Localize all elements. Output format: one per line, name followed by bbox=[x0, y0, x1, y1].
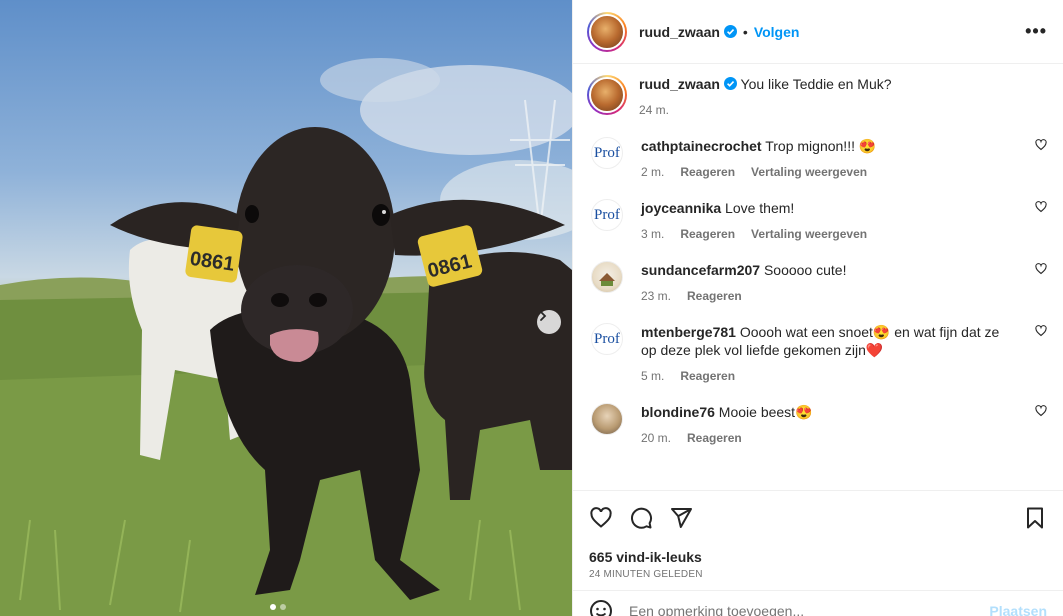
post-header: ruud_zwaan • Volgen ••• bbox=[573, 0, 1063, 64]
more-options-icon[interactable]: ••• bbox=[1025, 21, 1047, 42]
add-comment-bar: Plaatsen bbox=[573, 590, 1063, 616]
carousel-next-button[interactable] bbox=[537, 310, 561, 334]
author-username[interactable]: ruud_zwaan bbox=[639, 24, 720, 40]
post-photo[interactable]: 0861 0861 bbox=[0, 0, 572, 616]
author-avatar[interactable] bbox=[587, 11, 627, 52]
comment-item: Prof mtenberge781 Ooooh wat een snoet😍 e… bbox=[587, 323, 1047, 385]
follow-button[interactable]: Volgen bbox=[754, 24, 800, 40]
caption-username[interactable]: ruud_zwaan bbox=[639, 76, 720, 92]
translate-button[interactable]: Vertaling weergeven bbox=[751, 225, 867, 243]
caption-avatar[interactable] bbox=[587, 75, 627, 115]
reply-button[interactable]: Reageren bbox=[680, 367, 735, 385]
comment-text: Love them! bbox=[725, 200, 795, 216]
comment-like-heart-icon[interactable] bbox=[1035, 263, 1047, 275]
reply-button[interactable]: Reageren bbox=[687, 287, 742, 305]
comment-item: Prof joyceannika Love them! 3 m. Reagere… bbox=[587, 199, 1047, 243]
comment-text: Trop mignon!!! 😍 bbox=[765, 138, 877, 154]
comment-time: 5 m. bbox=[641, 369, 665, 383]
commenter-avatar[interactable]: Prof bbox=[591, 199, 623, 231]
comment-time: 20 m. bbox=[641, 431, 672, 445]
commenter-avatar[interactable] bbox=[591, 261, 623, 293]
farm-logo-icon bbox=[599, 273, 615, 286]
comment-text: Sooooo cute! bbox=[763, 262, 847, 278]
comment-username[interactable]: cathptainecrochet bbox=[641, 138, 762, 154]
translate-button[interactable]: Vertaling weergeven bbox=[751, 163, 867, 181]
comment-item: blondine76 Mooie beest😍 20 m. Reageren bbox=[587, 403, 1047, 447]
heart-icon[interactable] bbox=[589, 506, 613, 530]
comment-time: 2 m. bbox=[641, 165, 665, 179]
comment-input[interactable] bbox=[629, 602, 990, 616]
comment-item: sundancefarm207 Sooooo cute! 23 m. Reage… bbox=[587, 261, 1047, 305]
verified-icon bbox=[723, 77, 737, 90]
comment-text: Mooie beest😍 bbox=[718, 404, 813, 420]
separator-dot: • bbox=[742, 23, 748, 40]
post-comment-button[interactable]: Plaatsen bbox=[989, 603, 1047, 616]
comment-username[interactable]: sundancefarm207 bbox=[641, 262, 760, 278]
calf-photo-illustration: 0861 0861 bbox=[0, 58, 572, 616]
emoji-icon[interactable] bbox=[589, 599, 613, 616]
verified-icon bbox=[723, 25, 737, 38]
commenter-avatar[interactable]: Prof bbox=[591, 137, 623, 169]
reply-button[interactable]: Reageren bbox=[687, 429, 742, 447]
chevron-right-icon bbox=[540, 311, 547, 321]
comment-username[interactable]: blondine76 bbox=[641, 404, 715, 420]
carousel-dots bbox=[270, 604, 286, 610]
reply-button[interactable]: Reageren bbox=[680, 163, 735, 181]
comments-list[interactable]: ruud_zwaan You like Teddie en Muk? 24 m.… bbox=[573, 65, 1063, 489]
comment-like-heart-icon[interactable] bbox=[1035, 201, 1047, 213]
like-count[interactable]: 665 vind-ik-leuks bbox=[589, 549, 1047, 565]
post-actions: 665 vind-ik-leuks 24 minuten geleden bbox=[573, 490, 1063, 580]
post-side-panel: ruud_zwaan • Volgen ••• ruud_zwaan You l… bbox=[572, 0, 1063, 616]
comment-like-heart-icon[interactable] bbox=[1035, 325, 1047, 337]
commenter-avatar[interactable] bbox=[591, 403, 623, 435]
comment-username[interactable]: mtenberge781 bbox=[641, 324, 736, 340]
bookmark-icon[interactable] bbox=[1023, 506, 1047, 530]
comment-item: Prof cathptainecrochet Trop mignon!!! 😍 … bbox=[587, 137, 1047, 181]
comment-time: 23 m. bbox=[641, 289, 672, 303]
comment-like-heart-icon[interactable] bbox=[1035, 139, 1047, 151]
share-icon[interactable] bbox=[669, 506, 693, 530]
reply-button[interactable]: Reageren bbox=[680, 225, 735, 243]
post-caption: ruud_zwaan You like Teddie en Muk? 24 m. bbox=[587, 75, 1047, 119]
caption-time: 24 m. bbox=[639, 103, 670, 117]
commenter-avatar[interactable]: Prof bbox=[591, 323, 623, 355]
comment-like-heart-icon[interactable] bbox=[1035, 405, 1047, 417]
comment-username[interactable]: joyceannika bbox=[641, 200, 721, 216]
caption-text: You like Teddie en Muk? bbox=[740, 76, 892, 92]
post-timestamp: 24 minuten geleden bbox=[589, 569, 703, 580]
comment-icon[interactable] bbox=[629, 506, 653, 530]
comment-time: 3 m. bbox=[641, 227, 665, 241]
